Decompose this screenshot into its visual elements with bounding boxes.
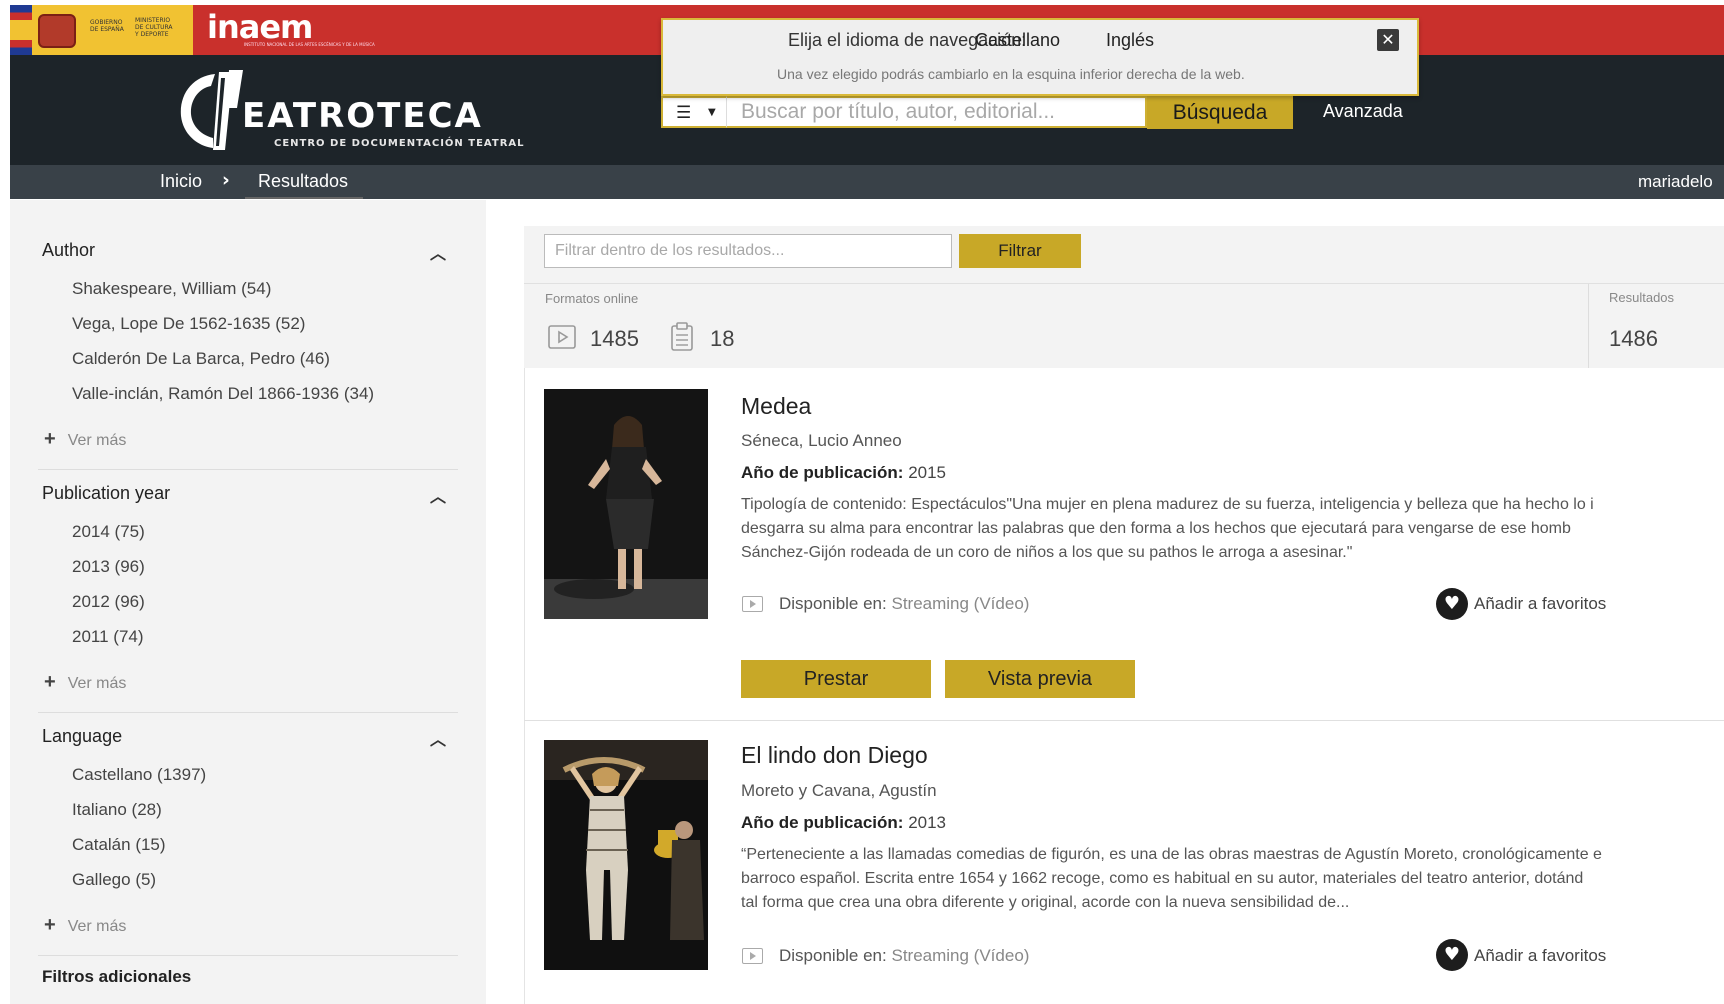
add-to-favorites[interactable]: Añadir a favoritos (1474, 946, 1606, 966)
ver-mas-year[interactable]: + Ver más (44, 671, 126, 694)
video-icon (742, 596, 763, 612)
heart-icon[interactable]: ♥ (1436, 588, 1468, 620)
availability: Disponible en: Streaming (Vídeo) (779, 946, 1030, 965)
video-icon[interactable] (548, 325, 576, 349)
document-icon[interactable] (670, 322, 694, 352)
facet-item[interactable]: 2014 (75) (72, 522, 145, 542)
results-label: Resultados (1609, 290, 1675, 305)
facet-item[interactable]: Calderón De La Barca, Pedro (46) (72, 349, 330, 369)
results-divider (1588, 284, 1589, 368)
additional-filters[interactable]: Filtros adicionales (42, 967, 191, 987)
plus-icon: + (44, 914, 56, 936)
result-title[interactable]: Medea (741, 393, 811, 420)
government-logo[interactable]: GOBIERNO DE ESPAÑA MINISTERIO DE CULTURA… (10, 5, 193, 55)
result-title[interactable]: El lindo don Diego (741, 742, 928, 769)
breadcrumb-underline (245, 197, 363, 199)
spain-flag-icon (10, 5, 32, 55)
breadcrumb-current[interactable]: Resultados (258, 171, 348, 192)
toolbar-divider (524, 283, 1724, 284)
heart-icon[interactable]: ♥ (1436, 939, 1468, 971)
results-count: 1486 (1609, 326, 1658, 351)
language-note: Una vez elegido podrás cambiarlo en la e… (777, 66, 1245, 82)
facet-item[interactable]: Gallego (5) (72, 870, 156, 890)
coat-of-arms-icon (38, 14, 76, 48)
document-count[interactable]: 18 (710, 326, 734, 352)
facet-item[interactable]: Italiano (28) (72, 800, 162, 820)
facet-title-publication-year[interactable]: Publication year (42, 483, 170, 504)
search-type-dropdown[interactable]: ☰ ▼ (661, 96, 727, 128)
result-year: Año de publicación: 2015 (741, 463, 947, 482)
facet-title-author[interactable]: Author (42, 240, 95, 261)
teatroteca-logo-icon[interactable] (175, 68, 245, 153)
preview-button[interactable]: Vista previa (945, 660, 1135, 698)
facet-divider (38, 469, 458, 470)
plus-icon: + (44, 428, 56, 450)
ver-mas-language[interactable]: + Ver más (44, 914, 126, 937)
plus-icon: + (44, 671, 56, 693)
gov-label: GOBIERNO DE ESPAÑA (90, 19, 124, 33)
filter-results-input[interactable] (544, 234, 952, 268)
user-menu[interactable]: mariadelo (1638, 172, 1713, 192)
result-divider (524, 720, 1724, 721)
add-to-favorites[interactable]: Añadir a favoritos (1474, 594, 1606, 614)
facet-item[interactable]: 2011 (74) (72, 627, 144, 647)
facet-item[interactable]: Valle-inclán, Ramón Del 1866-1936 (34) (72, 384, 374, 404)
language-option-castellano[interactable]: Castellano (975, 30, 1060, 51)
list-icon: ☰ (676, 103, 692, 123)
language-option-ingles[interactable]: Inglés (1106, 30, 1154, 51)
facet-item[interactable]: 2013 (96) (72, 557, 145, 577)
result-thumbnail[interactable] (544, 389, 708, 619)
language-popup: Elija el idioma de navegación: Castellan… (661, 18, 1419, 96)
breadcrumb-home[interactable]: Inicio (160, 171, 202, 192)
inaem-logo[interactable]: inaem (207, 8, 313, 46)
search-input[interactable] (727, 96, 1147, 128)
chevron-right-icon: › (222, 169, 230, 191)
facet-item[interactable]: Castellano (1397) (72, 765, 206, 785)
chevron-up-icon[interactable]: ︿ (430, 240, 446, 264)
facet-title-language[interactable]: Language (42, 726, 122, 747)
formats-label: Formatos online (545, 291, 639, 306)
filter-button[interactable]: Filtrar (959, 234, 1081, 268)
result-description: “Perteneciente a las llamadas comedias d… (741, 846, 1602, 911)
video-icon (742, 948, 763, 964)
chevron-up-icon[interactable]: ︿ (430, 726, 446, 750)
search-button[interactable]: Búsqueda (1147, 96, 1293, 129)
logo-subtitle: CENTRO DE DOCUMENTACIÓN TEATRAL (274, 138, 525, 149)
borrow-button[interactable]: Prestar (741, 660, 931, 698)
result-year: Año de publicación: 2013 (741, 813, 947, 832)
facet-divider (38, 955, 458, 956)
chevron-up-icon[interactable]: ︿ (430, 483, 446, 507)
chevron-down-icon: ▼ (708, 107, 716, 118)
result-description: Tipología de contenido: Espectáculos"Una… (741, 496, 1594, 561)
close-icon[interactable]: ✕ (1377, 29, 1399, 51)
inaem-subtitle: INSTITUTO NACIONAL DE LAS ARTES ESCÉNICA… (244, 42, 375, 47)
facet-item[interactable]: Shakespeare, William (54) (72, 279, 271, 299)
result-author[interactable]: Séneca, Lucio Anneo (741, 431, 902, 451)
facet-item[interactable]: 2012 (96) (72, 592, 145, 612)
facet-item[interactable]: Vega, Lope De 1562-1635 (52) (72, 314, 305, 334)
availability: Disponible en: Streaming (Vídeo) (779, 594, 1030, 613)
ministry-label: MINISTERIO DE CULTURA Y DEPORTE (135, 17, 173, 38)
ver-mas-author[interactable]: + Ver más (44, 428, 126, 451)
facet-divider (38, 712, 458, 713)
teatroteca-logo-text[interactable]: EATROTECA (242, 96, 483, 136)
result-thumbnail[interactable] (544, 740, 708, 970)
advanced-search-link[interactable]: Avanzada (1323, 101, 1403, 122)
video-count[interactable]: 1485 (590, 326, 639, 352)
facet-item[interactable]: Catalán (15) (72, 835, 166, 855)
result-author[interactable]: Moreto y Cavana, Agustín (741, 781, 937, 801)
